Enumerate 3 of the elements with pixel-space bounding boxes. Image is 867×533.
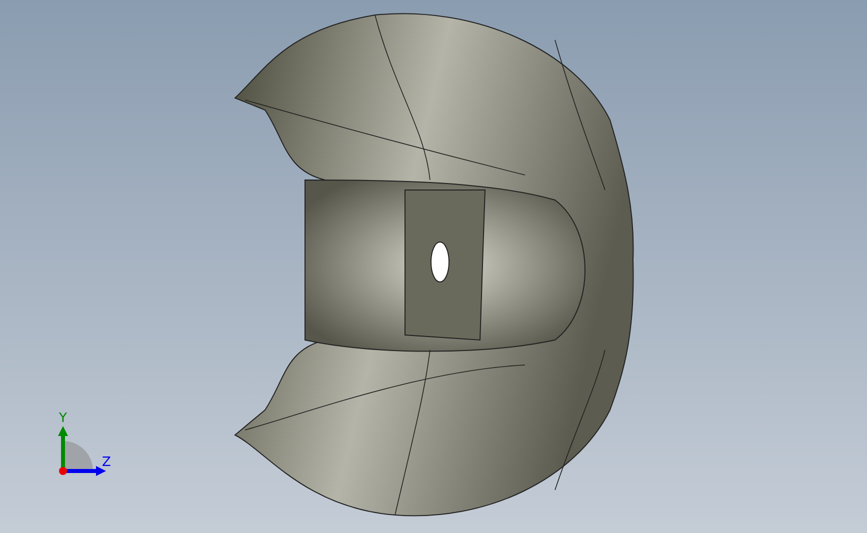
axis-label: Y	[59, 412, 67, 426]
axis-label: Z	[102, 456, 111, 470]
cad-viewport[interactable]: Y Z	[0, 0, 867, 533]
